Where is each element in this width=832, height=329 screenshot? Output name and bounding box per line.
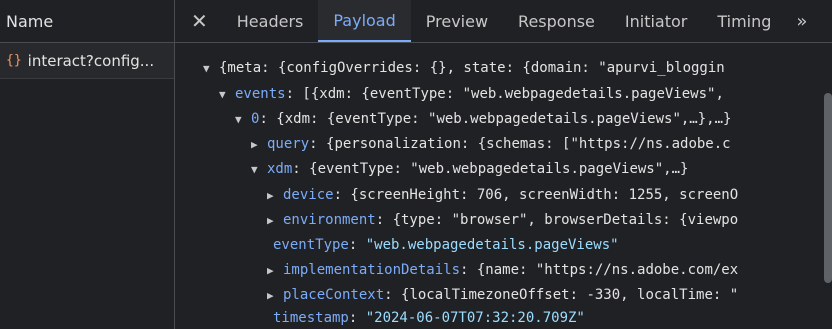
tree-value: : {xdm: {eventType: "web.webpagedetails.…: [259, 111, 732, 127]
tree-value: : {personalization: {schemas: ["https://…: [309, 136, 731, 152]
tree-node[interactable]: ▶ query: {personalization: {schemas: ["ht…: [251, 132, 731, 157]
caret-right-icon[interactable]: ▶: [267, 258, 283, 283]
tree-key: query: [267, 136, 310, 152]
tree-node[interactable]: ▼ {meta: {configOverrides: {}, state: {do…: [203, 56, 725, 81]
vertical-scrollbar[interactable]: [824, 93, 832, 283]
tree-node[interactable]: ▼ events: [{xdm: {eventType: "web.webpage…: [219, 82, 724, 107]
tree-value: : {localTimezoneOffset: -330, localTime:…: [384, 287, 739, 303]
payload-tree: ▼ {meta: {configOverrides: {}, state: {do…: [175, 43, 832, 329]
name-column-header[interactable]: Name: [0, 0, 174, 43]
request-list-panel: Name {} interact?config...: [0, 0, 175, 329]
tree-key: events: [235, 86, 286, 102]
caret-down-icon[interactable]: ▼: [251, 157, 267, 182]
tree-string-value: "2024-06-07T07:32:20.709Z": [365, 310, 585, 326]
tab-initiator[interactable]: Initiator: [610, 0, 702, 42]
tree-node[interactable]: ▶ placeContext: {localTimezoneOffset: -33…: [267, 283, 738, 308]
caret-right-icon[interactable]: ▶: [267, 208, 283, 233]
tree-value: : {name: "https://ns.adobe.com/ex: [460, 262, 739, 278]
tab-timing[interactable]: Timing: [702, 0, 786, 42]
tree-value: : {screenHeight: 706, screenWidth: 1255,…: [333, 187, 739, 203]
tree-leaf[interactable]: timestamp: "2024-06-07T07:32:20.709Z": [273, 306, 585, 329]
tree-node[interactable]: ▶ device: {screenHeight: 706, screenWidth…: [267, 183, 738, 208]
json-icon: {}: [6, 53, 22, 68]
tree-key: xdm: [267, 161, 293, 177]
tree-node[interactable]: ▼ xdm: {eventType: "web.webpagedetails.pa…: [251, 157, 688, 182]
tree-value: :: [348, 237, 366, 253]
caret-down-icon[interactable]: ▼: [203, 56, 219, 81]
caret-right-icon[interactable]: ▶: [267, 283, 283, 308]
tree-key: device: [283, 187, 334, 203]
caret-right-icon[interactable]: ▶: [267, 183, 283, 208]
tree-key: implementationDetails: [283, 262, 461, 278]
tree-key: placeContext: [283, 287, 385, 303]
caret-down-icon[interactable]: ▼: [219, 82, 235, 107]
tree-leaf[interactable]: eventType: "web.webpagedetails.pageViews…: [273, 233, 619, 258]
tree-key: environment: [283, 212, 376, 228]
tab-response[interactable]: Response: [503, 0, 610, 42]
tab-payload[interactable]: Payload: [318, 0, 411, 42]
request-row[interactable]: {} interact?config...: [0, 43, 174, 79]
tree-value: :: [348, 310, 366, 326]
request-name: interact?config...: [27, 51, 155, 70]
tree-value: {meta: {configOverrides: {}, state: {dom…: [219, 60, 725, 76]
more-tabs-icon[interactable]: »: [786, 0, 817, 42]
tree-node[interactable]: ▼ 0: {xdm: {eventType: "web.webpagedetail…: [235, 107, 731, 132]
tree-node[interactable]: ▶ environment: {type: "browser", browserD…: [267, 208, 738, 233]
tree-value: : [{xdm: {eventType: "web.webpagedetails…: [285, 86, 724, 102]
tree-key: timestamp: [273, 310, 349, 326]
tab-preview[interactable]: Preview: [411, 0, 503, 42]
tree-value: : {eventType: "web.webpagedetails.pageVi…: [292, 161, 689, 177]
close-icon[interactable]: ✕: [175, 0, 222, 42]
tree-node[interactable]: ▶ implementationDetails: {name: "https://…: [267, 258, 738, 283]
tree-string-value: "web.webpagedetails.pageViews": [365, 237, 619, 253]
caret-right-icon[interactable]: ▶: [251, 132, 267, 157]
caret-down-icon[interactable]: ▼: [235, 107, 251, 132]
tree-value: : {type: "browser", browserDetails: {vie…: [375, 212, 739, 228]
detail-tab-bar: ✕ Headers Payload Preview Response Initi…: [175, 0, 832, 43]
tree-key: eventType: [273, 237, 349, 253]
tab-headers[interactable]: Headers: [222, 0, 319, 42]
